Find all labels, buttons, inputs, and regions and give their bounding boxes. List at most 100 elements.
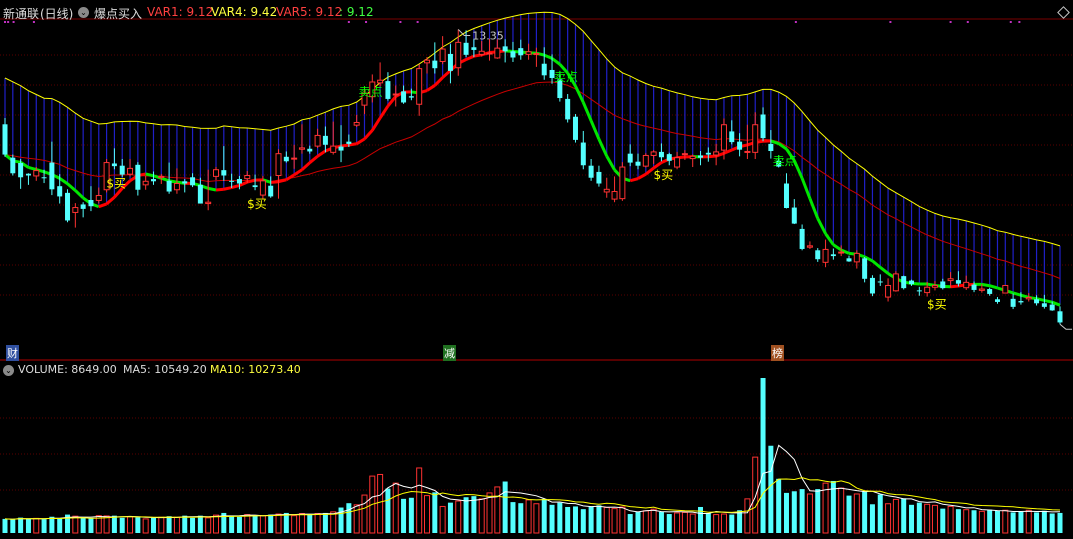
volume-bar-down	[1018, 511, 1024, 533]
candle-body-down	[119, 165, 125, 175]
candle-body-down	[658, 151, 664, 158]
volume-bar-down	[565, 506, 571, 533]
volume-bar-up	[72, 515, 79, 534]
candle-body-up	[1025, 296, 1032, 300]
candle-body-down	[635, 161, 641, 166]
top-marker-dot	[966, 21, 969, 23]
volume-bar-up	[455, 500, 462, 534]
volume-bar-up	[744, 498, 751, 534]
tag-list[interactable]: 榜	[771, 345, 784, 361]
volume-bar-down	[502, 481, 508, 533]
candle-body-up	[931, 284, 938, 288]
candle-body-up	[494, 47, 501, 59]
volume-bar-up	[259, 515, 266, 534]
candle-body-up	[963, 281, 970, 289]
candle-body-up	[720, 124, 727, 151]
volume-bar-down	[135, 517, 141, 533]
volume-value: VOLUME: 8649.00	[18, 363, 117, 376]
volume-bar-up	[752, 456, 759, 534]
volume-bar-down	[901, 498, 907, 533]
top-marker-dot	[794, 21, 797, 23]
candle-body-up	[173, 183, 180, 191]
candle-body-up	[439, 48, 446, 63]
volume-bar-up	[213, 514, 219, 534]
candle-body-up	[838, 251, 845, 254]
volume-bar-up	[142, 518, 149, 534]
top-marker-dot	[949, 21, 952, 23]
candle-body-up	[744, 150, 751, 153]
volume-bar-up	[947, 505, 954, 534]
candle-body-up	[603, 188, 610, 193]
fast-ma-segment	[207, 186, 217, 192]
volume-bar-down	[432, 492, 438, 533]
candle-body-down	[49, 162, 55, 190]
candle-body-down	[88, 199, 94, 207]
volume-bar-up	[713, 514, 720, 534]
candle-body-down	[1049, 304, 1055, 311]
buy-signal-label: $买	[247, 197, 267, 211]
candle-body-down	[408, 96, 414, 98]
fast-ma-segment	[278, 178, 287, 184]
tag-finance[interactable]: 财	[6, 345, 19, 361]
indicator-name[interactable]: 爆点买入	[94, 5, 142, 22]
volume-bar-down	[549, 504, 555, 533]
candle-body-down	[768, 143, 774, 152]
candle-body-down	[729, 131, 735, 143]
candle-body-down	[338, 146, 344, 151]
volume-bar-down	[190, 517, 196, 533]
volume-bar-down	[768, 445, 774, 533]
candle-body-up	[259, 180, 266, 196]
volume-bar-down	[791, 491, 797, 533]
candle-body-up	[806, 245, 813, 248]
candle-body-down	[846, 258, 852, 262]
candle-body-up	[244, 174, 251, 180]
volume-bar-up	[439, 505, 446, 534]
volume-bar-down	[588, 506, 594, 533]
candle-body-down	[41, 177, 47, 179]
volume-bar-up	[978, 510, 985, 534]
buy-signal-label: $买	[106, 176, 126, 190]
candle-body-up	[619, 166, 626, 200]
volume-bar-up	[689, 513, 696, 534]
var5-value: VAR5: 9.12	[276, 5, 343, 19]
candle-body-up	[689, 155, 696, 160]
candle-body-up	[33, 170, 40, 177]
volume-bar-down	[557, 502, 563, 533]
volume-bar-up	[392, 482, 399, 534]
volume-bar-down	[705, 513, 711, 533]
volume-bar-up	[806, 493, 813, 534]
volume-menu-icon[interactable]: ⌄	[3, 365, 14, 376]
volume-bar-down	[909, 504, 915, 533]
tag-reduce[interactable]: 减	[443, 345, 456, 361]
volume-bar-up	[1025, 509, 1032, 534]
volume-bar-down	[596, 505, 602, 533]
candle-body-up	[72, 207, 79, 213]
candle-body-up	[892, 273, 899, 292]
volume-bar-down	[955, 509, 961, 533]
volume-bar-down	[1010, 512, 1016, 533]
candle-body-down	[791, 207, 797, 224]
indicator-menu-icon[interactable]: ⌄	[78, 7, 89, 18]
candle-body-down	[471, 47, 477, 50]
volume-bar-down	[994, 510, 1000, 533]
top-marker-dot	[399, 21, 402, 23]
volume-bar-down	[2, 518, 8, 533]
volume-bar-down	[283, 512, 289, 533]
fast-ma-segment	[950, 284, 959, 289]
candle-body-up	[924, 286, 931, 294]
candle-body-down	[862, 258, 868, 279]
candle-body-up	[158, 175, 165, 178]
candle-body-down	[510, 51, 516, 58]
candle-body-down	[698, 155, 704, 158]
volume-bar-down	[322, 512, 328, 533]
candle-body-down	[1018, 301, 1024, 303]
volume-bar-down	[799, 489, 805, 533]
volume-bar-up	[650, 508, 657, 534]
candle-body-up	[205, 201, 212, 205]
volume-bar-down	[916, 502, 922, 533]
sell-signal-label: 卖点	[773, 154, 797, 168]
candle-body-up	[642, 154, 649, 167]
candle-body-up	[392, 93, 399, 96]
top-marker-dot	[416, 21, 419, 23]
volume-bar-down	[1041, 510, 1047, 533]
